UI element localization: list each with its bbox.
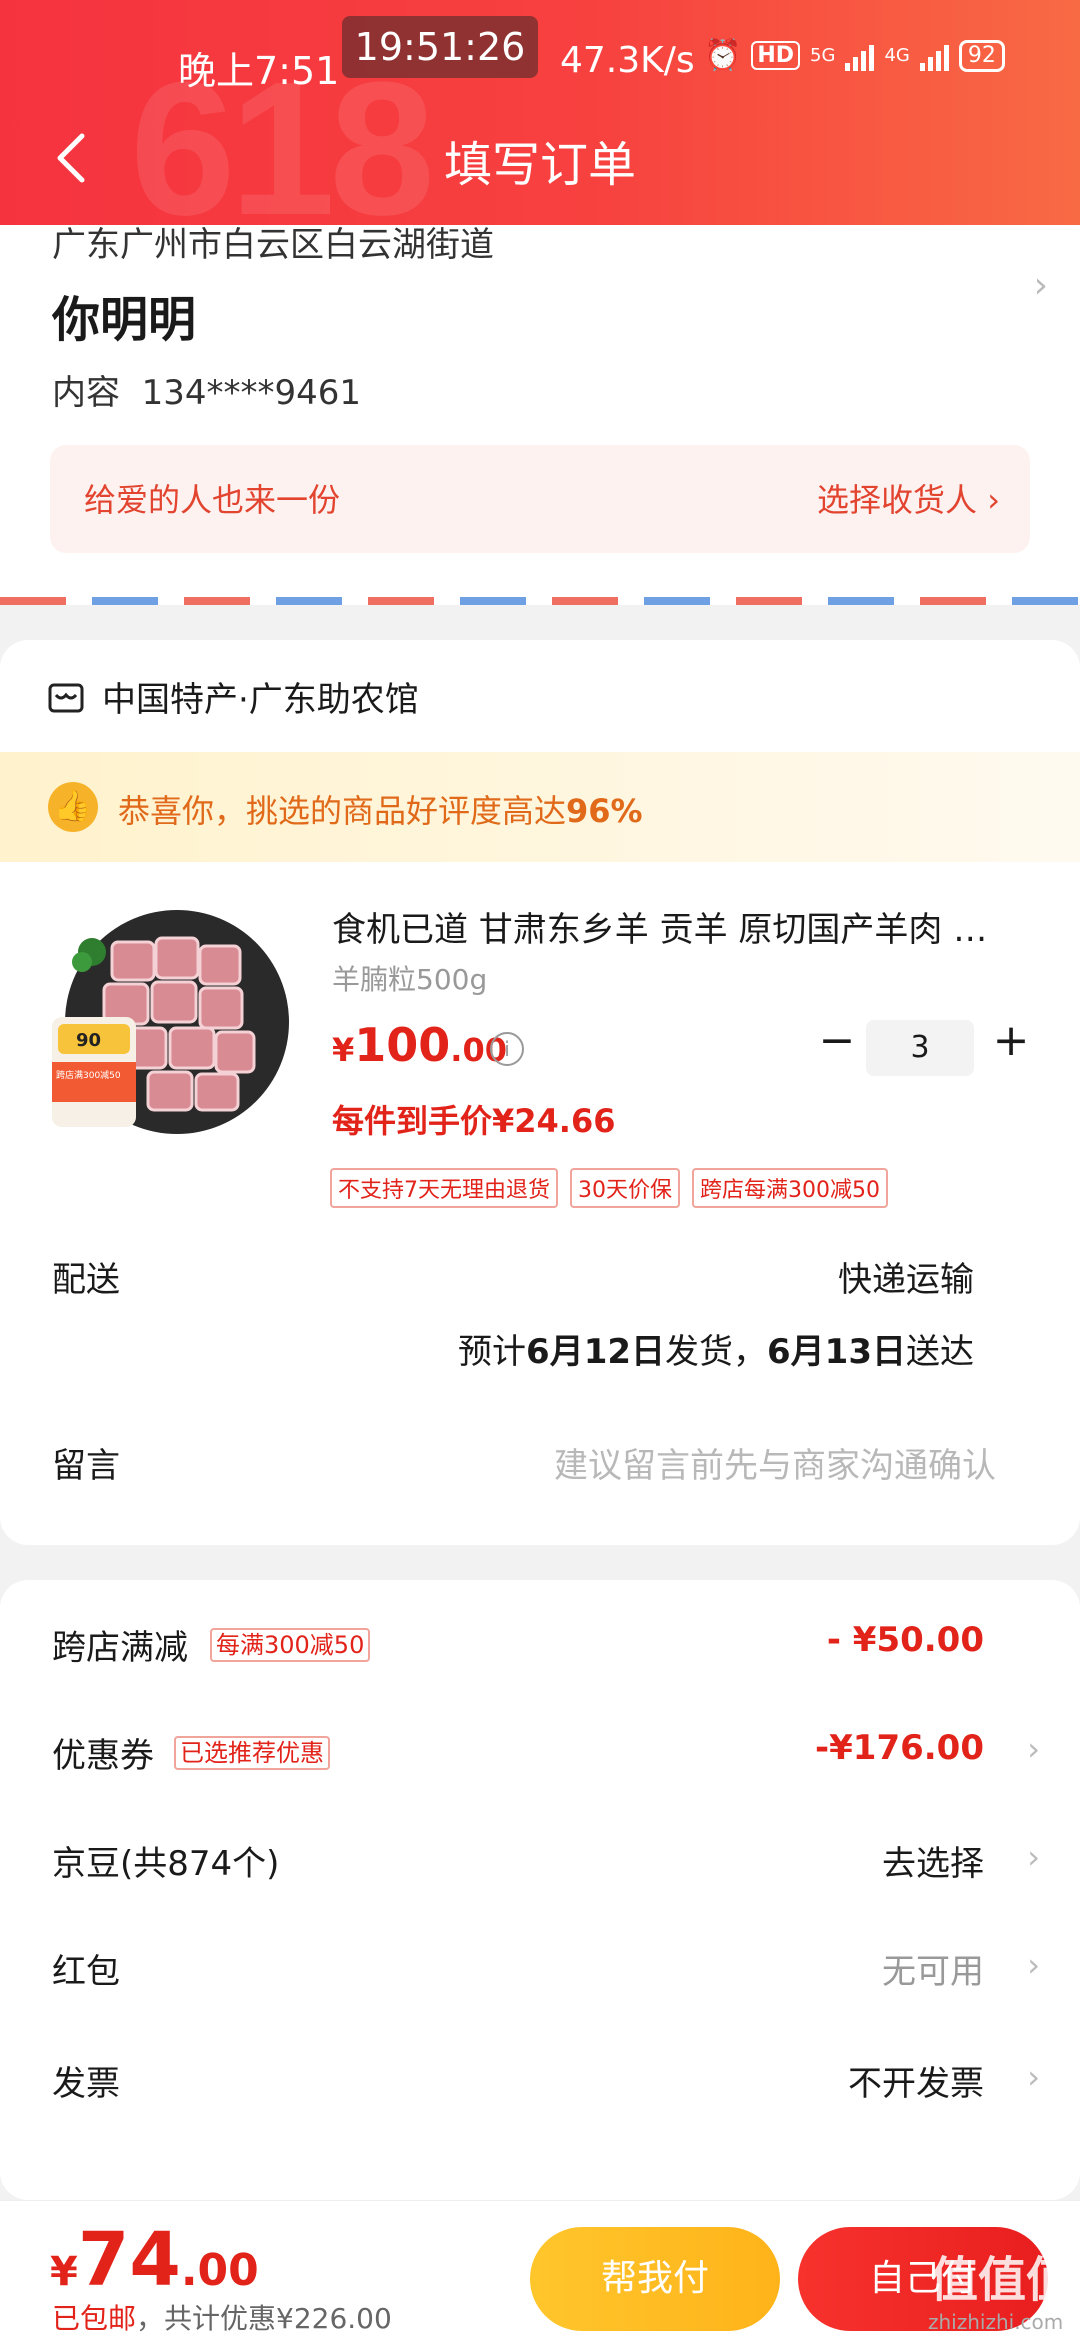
red-packet-label: 红包 bbox=[52, 1952, 120, 1992]
site-watermark: 值值值 bbox=[930, 2252, 1075, 2308]
memo-label: 留言 bbox=[52, 1446, 120, 1486]
shop-header[interactable]: 中国特产·广东助农馆 bbox=[48, 672, 419, 721]
coupon-label: 优惠券 bbox=[52, 1736, 154, 1776]
airmail-border bbox=[0, 597, 1080, 605]
network-speed: 47.3K/s bbox=[560, 40, 695, 81]
choose-receiver-link[interactable]: 选择收货人 › bbox=[817, 475, 1000, 521]
total-summary: 已包邮，共计优惠¥226.00 bbox=[52, 2302, 392, 2335]
receiver-contact: 内容 134****9461 bbox=[52, 365, 361, 414]
net-4g-label: 4G bbox=[884, 45, 910, 66]
net-5g-label: 5G bbox=[810, 45, 836, 66]
status-time: 晚上7:51 bbox=[178, 49, 340, 93]
beans-value: 去选择 bbox=[882, 1844, 984, 1884]
checkout-bar: ¥74.00 已包邮，共计优惠¥226.00 帮我付 自己付 bbox=[0, 2200, 1080, 2341]
chevron-right-icon: › bbox=[1027, 1946, 1040, 1984]
tag-no-return: 不支持7天无理由退货 bbox=[330, 1168, 558, 1208]
gift-text: 给爱的人也来一份 bbox=[84, 481, 341, 519]
praise-text: 恭喜你，挑选的商品好评度高达96% bbox=[118, 792, 643, 830]
address-card[interactable]: 广东广州市白云区白云湖街道 你明明 内容 134****9461 › 给爱的人也… bbox=[0, 225, 1080, 605]
image-badge-number: 90 bbox=[76, 1030, 101, 1051]
alarm-icon: ⏰ bbox=[704, 38, 742, 73]
beans-label: 京豆(共874个) bbox=[52, 1844, 280, 1884]
thumbs-up-icon: 👍 bbox=[48, 782, 98, 832]
chevron-right-icon: › bbox=[1027, 1838, 1040, 1876]
product-image[interactable]: 90 跨店满300减50 bbox=[52, 902, 292, 1142]
quantity-input[interactable]: 3 bbox=[866, 1020, 974, 1076]
page-title: 填写订单 bbox=[443, 137, 636, 193]
delivery-method[interactable]: 快递运输 bbox=[838, 1252, 974, 1301]
signal-icon-2 bbox=[919, 41, 949, 71]
quantity-plus-button[interactable]: + bbox=[986, 1018, 1036, 1068]
invoice-value: 不开发票 bbox=[848, 2064, 984, 2104]
status-icons: ⏰ HD 5G 4G 92 bbox=[704, 38, 1005, 73]
total-price: ¥74.00 bbox=[50, 2217, 259, 2303]
site-watermark-url: zhizhizhi.com bbox=[928, 2310, 1064, 2334]
product-title[interactable]: 食机已道 甘肃东乡羊 贡羊 原切国产羊肉 … bbox=[332, 902, 1032, 951]
cross-store-label: 跨店满减 bbox=[52, 1628, 188, 1668]
coupon-pill: 已选推荐优惠 bbox=[174, 1736, 330, 1770]
quantity-minus-button[interactable]: − bbox=[812, 1018, 862, 1068]
top-header: 618 晚上7:51 19:51:26 47.3K/s ⏰ HD 5G 4G 9… bbox=[0, 0, 1080, 225]
invoice-label: 发票 bbox=[52, 2064, 120, 2104]
coupon-value: -¥176.00 bbox=[815, 1728, 984, 1768]
product-tags: 不支持7天无理由退货 30天价保 跨店每满300减50 bbox=[330, 1168, 888, 1208]
receiver-name: 你明明 bbox=[52, 292, 197, 348]
discount-card: 跨店满减 每满300减50 - ¥50.00 优惠券 已选推荐优惠 -¥176.… bbox=[0, 1580, 1080, 2200]
unit-price: 每件到手价¥24.66 bbox=[332, 1102, 616, 1140]
invoice-row[interactable]: 发票 不开发票 › bbox=[0, 2038, 1080, 2118]
product-price: ¥100.00 bbox=[332, 1018, 507, 1072]
chevron-right-icon: › bbox=[1027, 2058, 1040, 2096]
help-pay-button[interactable]: 帮我付 bbox=[530, 2227, 780, 2331]
contact-label: 内容 bbox=[52, 373, 120, 413]
battery-icon: 92 bbox=[958, 39, 1005, 72]
beans-row[interactable]: 京豆(共874个) 去选择 › bbox=[0, 1818, 1080, 1898]
chevron-right-icon[interactable]: › bbox=[1034, 265, 1048, 306]
signal-icon bbox=[845, 41, 875, 71]
chevron-right-icon: › bbox=[1027, 1730, 1040, 1768]
tag-cross-store: 跨店每满300减50 bbox=[692, 1168, 888, 1208]
memo-input[interactable]: 建议留言前先与商家沟通确认 bbox=[554, 1438, 996, 1487]
cross-store-value: - ¥50.00 bbox=[826, 1620, 984, 1660]
delivery-label: 配送 bbox=[52, 1260, 120, 1300]
status-clock: 19:51:26 bbox=[342, 16, 538, 78]
receiver-phone: 134****9461 bbox=[141, 373, 362, 413]
red-packet-row[interactable]: 红包 无可用 › bbox=[0, 1926, 1080, 2006]
red-packet-value: 无可用 bbox=[882, 1952, 984, 1992]
shop-icon bbox=[48, 683, 84, 712]
shop-name: 中国特产·广东助农馆 bbox=[102, 680, 419, 720]
tag-price-protect: 30天价保 bbox=[570, 1168, 680, 1208]
product-spec: 羊腩粒500g bbox=[332, 963, 488, 996]
info-icon[interactable]: i bbox=[490, 1032, 524, 1066]
shop-card: 中国特产·广东助农馆 👍 恭喜你，挑选的商品好评度高达96% 90 跨店满300… bbox=[0, 640, 1080, 1545]
image-promo-text: 跨店满300减50 bbox=[56, 1069, 121, 1081]
gift-receiver-box[interactable]: 给爱的人也来一份 选择收货人 › bbox=[50, 445, 1030, 553]
coupon-row[interactable]: 优惠券 已选推荐优惠 -¥176.00 › bbox=[0, 1710, 1080, 1790]
address-line: 广东广州市白云区白云湖街道 bbox=[52, 225, 494, 265]
cross-store-row: 跨店满减 每满300减50 - ¥50.00 bbox=[0, 1602, 1080, 1682]
praise-banner: 👍 恭喜你，挑选的商品好评度高达96% bbox=[0, 752, 1080, 862]
hd-badge: HD bbox=[751, 41, 801, 70]
delivery-eta: 预计6月12日发货，6月13日送达 bbox=[458, 1332, 974, 1372]
cross-store-pill: 每满300减50 bbox=[210, 1628, 371, 1662]
